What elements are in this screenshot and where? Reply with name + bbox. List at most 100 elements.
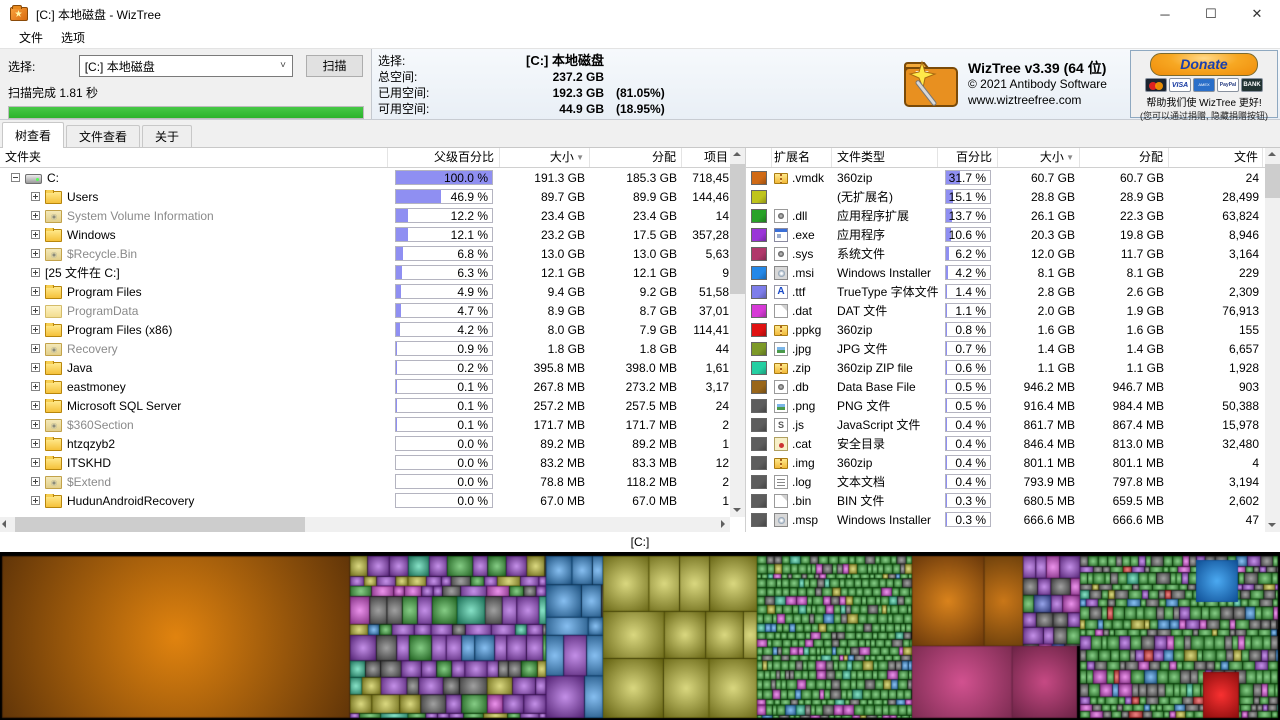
table-row[interactable]: Microsoft SQL Server0.1 %257.2 MB257.5 M… xyxy=(0,396,745,415)
table-row[interactable]: $Recycle.Bin6.8 %13.0 GB13.0 GB5,63 xyxy=(0,244,745,263)
table-row[interactable]: HudunAndroidRecovery0.0 %67.0 MB67.0 MB1 xyxy=(0,491,745,510)
menu-item-1[interactable]: 选项 xyxy=(52,28,94,48)
table-row[interactable]: C:100.0 %191.3 GB185.3 GB718,45 xyxy=(0,168,745,187)
amex-icon[interactable]: AMEX xyxy=(1193,78,1215,92)
table-row[interactable]: .mspWindows Installer0.3 %666.6 MB666.6 … xyxy=(746,510,1280,529)
bank-icon[interactable]: BANK xyxy=(1241,78,1263,92)
scroll-down-icon[interactable] xyxy=(1265,517,1280,532)
column-header[interactable]: 文件类型 xyxy=(832,148,938,167)
plus-expander[interactable] xyxy=(31,363,40,372)
plus-expander[interactable] xyxy=(31,287,40,296)
table-row[interactable]: A.ttfTrueType 字体文件1.4 %2.8 GB2.6 GB2,309 xyxy=(746,282,1280,301)
plus-expander[interactable] xyxy=(31,439,40,448)
table-row[interactable]: Program Files (x86)4.2 %8.0 GB7.9 GB114,… xyxy=(0,320,745,339)
paypal-icon[interactable]: PayPal xyxy=(1217,78,1239,92)
percent-bar: 0.4 % xyxy=(945,455,991,470)
table-row[interactable]: htzqzyb20.0 %89.2 MB89.2 MB1 xyxy=(0,434,745,453)
table-row[interactable]: .log文本文档0.4 %793.9 MB797.8 MB3,194 xyxy=(746,472,1280,491)
tree-hscroll-thumb[interactable] xyxy=(15,517,305,532)
table-row[interactable]: .dbData Base File0.5 %946.2 MB946.7 MB90… xyxy=(746,377,1280,396)
scan-button[interactable]: 扫描 xyxy=(306,55,363,77)
tree-vertical-scrollbar[interactable] xyxy=(730,148,745,517)
ext-vertical-scrollbar[interactable] xyxy=(1265,148,1280,532)
plus-expander[interactable] xyxy=(31,344,40,353)
tree-horizontal-scrollbar[interactable] xyxy=(0,517,730,532)
table-row[interactable]: .sys系统文件6.2 %12.0 GB11.7 GB3,164 xyxy=(746,244,1280,263)
column-header[interactable]: 文件夹 xyxy=(0,148,388,167)
table-row[interactable]: Windows12.1 %23.2 GB17.5 GB357,28 xyxy=(0,225,745,244)
plus-expander[interactable] xyxy=(31,401,40,410)
column-header[interactable]: 大小 ▼ xyxy=(500,148,590,167)
table-row[interactable]: .exe应用程序10.6 %20.3 GB19.8 GB8,946 xyxy=(746,225,1280,244)
table-row[interactable]: Users46.9 %89.7 GB89.9 GB144,46 xyxy=(0,187,745,206)
table-row[interactable]: .msiWindows Installer4.2 %8.1 GB8.1 GB22… xyxy=(746,263,1280,282)
table-row[interactable]: .dll应用程序扩展13.7 %26.1 GB22.3 GB63,824 xyxy=(746,206,1280,225)
plus-expander[interactable] xyxy=(31,306,40,315)
table-row[interactable]: $360Section0.1 %171.7 MB171.7 MB2 xyxy=(0,415,745,434)
column-header[interactable]: 扩展名 xyxy=(772,148,832,167)
table-row[interactable]: S.jsJavaScript 文件0.4 %861.7 MB867.4 MB15… xyxy=(746,415,1280,434)
table-row[interactable]: (无扩展名)15.1 %28.8 GB28.9 GB28,499 xyxy=(746,187,1280,206)
table-row[interactable]: .jpgJPG 文件0.7 %1.4 GB1.4 GB6,657 xyxy=(746,339,1280,358)
treemap-canvas[interactable] xyxy=(0,552,1280,720)
tab-文件查看[interactable]: 文件查看 xyxy=(66,125,140,147)
tab-关于[interactable]: 关于 xyxy=(142,125,192,147)
menu-item-0[interactable]: 文件 xyxy=(10,28,52,48)
scroll-left-icon[interactable] xyxy=(0,517,15,532)
column-header[interactable]: 分配 xyxy=(590,148,682,167)
tab-树查看[interactable]: 树查看 xyxy=(2,122,64,148)
table-row[interactable]: Program Files4.9 %9.4 GB9.2 GB51,58 xyxy=(0,282,745,301)
table-row[interactable]: .pngPNG 文件0.5 %916.4 MB984.4 MB50,388 xyxy=(746,396,1280,415)
scroll-up-icon[interactable] xyxy=(1265,148,1280,163)
plus-expander[interactable] xyxy=(31,325,40,334)
tree-vscroll-thumb[interactable] xyxy=(730,164,745,294)
table-row[interactable]: eastmoney0.1 %267.8 MB273.2 MB3,17 xyxy=(0,377,745,396)
table-row[interactable]: .zip360zip ZIP file0.6 %1.1 GB1.1 GB1,92… xyxy=(746,358,1280,377)
plus-expander[interactable] xyxy=(31,477,40,486)
ext-vscroll-thumb[interactable] xyxy=(1265,164,1280,198)
table-row[interactable]: .ppkg360zip0.8 %1.6 GB1.6 GB155 xyxy=(746,320,1280,339)
table-row[interactable]: .binBIN 文件0.3 %680.5 MB659.5 MB2,602 xyxy=(746,491,1280,510)
table-row[interactable]: [25 文件在 C:]6.3 %12.1 GB12.1 GB9 xyxy=(0,263,745,282)
close-button[interactable]: ✕ xyxy=(1234,0,1280,28)
table-row[interactable]: Recovery0.9 %1.8 GB1.8 GB44 xyxy=(0,339,745,358)
minus-expander[interactable] xyxy=(11,173,20,182)
mastercard-icon[interactable] xyxy=(1145,78,1167,92)
table-row[interactable]: .datDAT 文件1.1 %2.0 GB1.9 GB76,913 xyxy=(746,301,1280,320)
plus-expander[interactable] xyxy=(31,458,40,467)
percent-cell: 0.1 % xyxy=(388,379,500,394)
drive-select[interactable]: [C:] 本地磁盘 ˅ xyxy=(79,55,293,77)
column-header[interactable] xyxy=(746,148,772,167)
maximize-button[interactable]: ☐ xyxy=(1188,0,1234,28)
column-header[interactable]: 父级百分比 xyxy=(388,148,500,167)
plus-expander[interactable] xyxy=(31,382,40,391)
column-header[interactable]: 大小 ▼ xyxy=(998,148,1080,167)
plus-expander[interactable] xyxy=(31,211,40,220)
column-header[interactable]: 文件 xyxy=(1169,148,1263,167)
scroll-down-icon[interactable] xyxy=(730,502,745,517)
table-row[interactable]: ProgramData4.7 %8.9 GB8.7 GB37,01 xyxy=(0,301,745,320)
plus-expander[interactable] xyxy=(31,230,40,239)
scroll-right-icon[interactable] xyxy=(715,517,730,532)
table-row[interactable]: .vmdk360zip31.7 %60.7 GB60.7 GB24 xyxy=(746,168,1280,187)
plus-expander[interactable] xyxy=(31,420,40,429)
visa-icon[interactable]: VISA xyxy=(1169,78,1191,92)
minimize-button[interactable]: ─ xyxy=(1142,0,1188,28)
brand-url[interactable]: www.wiztreefree.com xyxy=(968,92,1107,108)
plus-expander[interactable] xyxy=(31,192,40,201)
table-row[interactable]: .cat安全目录0.4 %846.4 MB813.0 MB32,480 xyxy=(746,434,1280,453)
plus-expander[interactable] xyxy=(31,496,40,505)
table-row[interactable]: ITSKHD0.0 %83.2 MB83.3 MB12 xyxy=(0,453,745,472)
table-row[interactable]: Java0.2 %395.8 MB398.0 MB1,61 xyxy=(0,358,745,377)
table-row[interactable]: System Volume Information12.2 %23.4 GB23… xyxy=(0,206,745,225)
plus-expander[interactable] xyxy=(31,268,40,277)
column-header[interactable]: 项目 xyxy=(682,148,731,167)
table-row[interactable]: .img360zip0.4 %801.1 MB801.1 MB4 xyxy=(746,453,1280,472)
table-row[interactable]: $Extend0.0 %78.8 MB118.2 MB2 xyxy=(0,472,745,491)
donate-button[interactable]: Donate xyxy=(1150,53,1258,76)
scroll-up-icon[interactable] xyxy=(730,148,745,163)
column-header[interactable]: 分配 xyxy=(1080,148,1169,167)
filetype-cell: 文本文档 xyxy=(832,473,938,490)
plus-expander[interactable] xyxy=(31,249,40,258)
column-header[interactable]: 百分比 xyxy=(938,148,998,167)
